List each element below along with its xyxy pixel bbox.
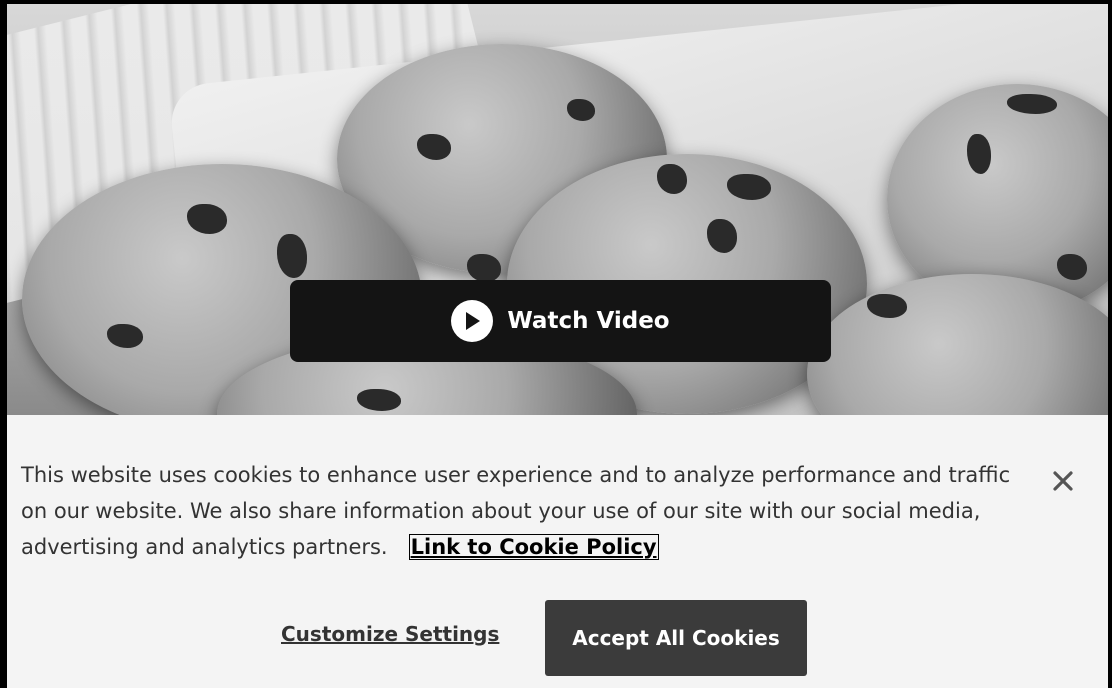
watch-video-button[interactable]: Watch Video [290, 280, 831, 362]
watch-video-label: Watch Video [507, 308, 670, 334]
chocolate-chip [967, 134, 991, 174]
close-banner-button[interactable] [1047, 465, 1079, 497]
close-icon [1053, 471, 1073, 491]
accept-all-cookies-button[interactable]: Accept All Cookies [545, 600, 807, 676]
cookie-policy-link[interactable]: Link to Cookie Policy [408, 534, 659, 560]
customize-settings-button[interactable]: Customize Settings [281, 622, 499, 646]
play-icon [466, 312, 481, 330]
chocolate-chip [567, 99, 595, 121]
page-frame: Watch Video This website uses cookies to… [0, 0, 1112, 688]
cookie-consent-banner: This website uses cookies to enhance use… [7, 415, 1108, 688]
hero-image: Watch Video [7, 4, 1108, 415]
play-circle-icon [451, 300, 494, 342]
cookie-banner-actions: Customize Settings Accept All Cookies [7, 600, 1108, 676]
cookie-banner-message: This website uses cookies to enhance use… [21, 457, 1031, 565]
